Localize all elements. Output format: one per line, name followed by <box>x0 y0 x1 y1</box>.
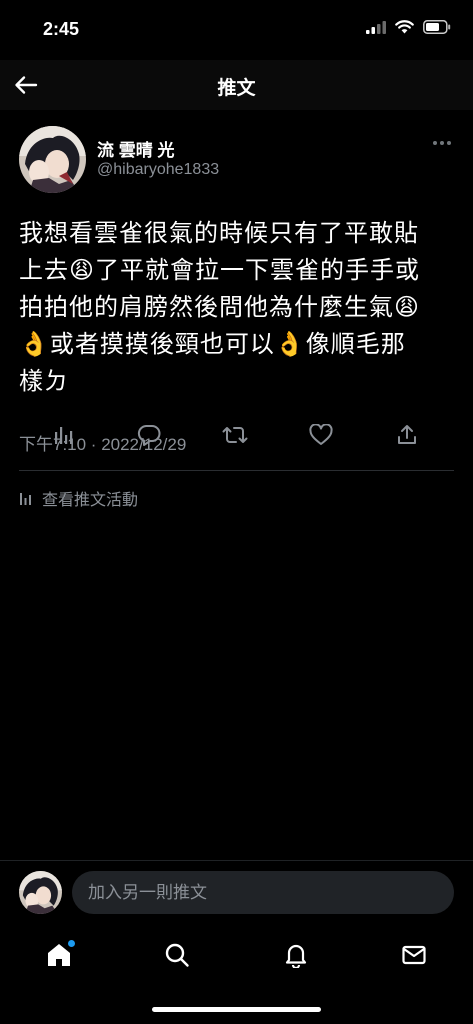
tab-search[interactable] <box>160 938 194 972</box>
notification-dot <box>68 940 75 947</box>
reply-icon <box>137 425 161 446</box>
like-button[interactable] <box>306 420 336 450</box>
more-dots-icon <box>433 141 437 145</box>
author-name[interactable]: 流 雲晴 光 <box>97 136 174 161</box>
tab-messages[interactable] <box>397 938 431 972</box>
view-tweet-activity-link[interactable]: 查看推文活動 <box>19 486 138 510</box>
share-icon <box>398 425 416 444</box>
status-icons <box>366 20 451 34</box>
activity-label: 查看推文活動 <box>42 492 139 509</box>
search-icon <box>165 943 189 967</box>
home-indicator <box>152 1007 321 1012</box>
author-handle[interactable]: @hibaryohe1833 <box>97 161 219 179</box>
envelope-icon <box>402 945 426 965</box>
reply-input[interactable] <box>72 871 454 914</box>
heart-icon <box>309 424 333 445</box>
cellular-signal-icon <box>366 20 386 34</box>
user-avatar[interactable] <box>19 871 62 914</box>
page-title: 推文 <box>217 78 256 99</box>
divider <box>19 470 454 471</box>
tweet-actions <box>0 420 473 450</box>
status-bar: 2:45 <box>0 0 473 60</box>
bell-icon <box>285 944 307 968</box>
analytics-icon <box>20 493 31 505</box>
analytics-icon <box>55 427 73 444</box>
retweet-icon <box>222 427 248 443</box>
status-time: 2:45 <box>43 19 80 39</box>
tab-notifications[interactable] <box>279 938 313 972</box>
wifi-icon <box>395 20 414 34</box>
tweet-text: 我想看雲雀很氣的時候只有了平敢貼 上去😩了平就會拉一下雲雀的手手或 拍拍他的肩膀… <box>19 220 421 395</box>
more-options-button[interactable] <box>432 136 452 150</box>
tab-home[interactable] <box>42 938 76 972</box>
retweet-button[interactable] <box>220 420 250 450</box>
reply-bar <box>0 860 473 924</box>
nav-header: 推文 <box>0 60 473 110</box>
share-button[interactable] <box>392 420 422 450</box>
author-avatar[interactable] <box>19 126 86 193</box>
reply-button[interactable] <box>134 420 164 450</box>
analytics-button[interactable] <box>48 420 78 450</box>
battery-icon <box>423 20 451 34</box>
